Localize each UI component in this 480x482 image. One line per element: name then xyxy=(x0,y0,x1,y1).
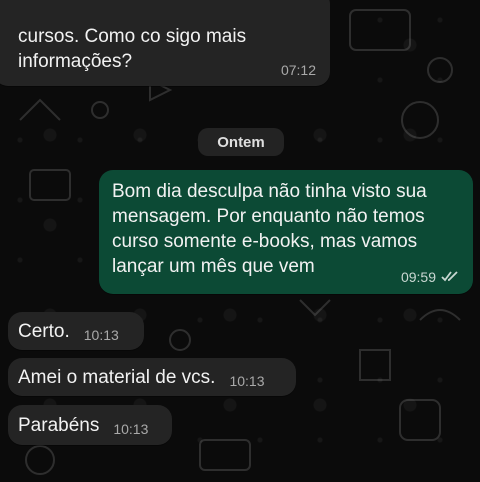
message-time: 10:13 xyxy=(113,421,149,437)
message-text: Certo. xyxy=(18,320,70,342)
chat-area[interactable]: cursos. Como co sigo mais informações? 0… xyxy=(0,0,480,482)
double-check-icon xyxy=(441,271,458,282)
message-time: 09:59 xyxy=(400,269,436,285)
message-time: 07:12 xyxy=(280,62,316,78)
message-time: 10:13 xyxy=(229,373,265,389)
message-bubble-incoming[interactable]: Amei o material de vcs. 10:13 xyxy=(8,358,296,396)
message-bubble-incoming[interactable]: Certo. 10:13 xyxy=(8,312,144,350)
message-text: Parabéns xyxy=(18,414,100,436)
message-text: Amei o material de vcs. xyxy=(18,366,216,388)
message-row: Certo. 10:13 xyxy=(18,312,134,350)
message-row: Parabéns 10:13 xyxy=(18,405,162,445)
message-meta: 09:59 xyxy=(401,269,459,285)
message-bubble-incoming[interactable]: cursos. Como co sigo mais informações? 0… xyxy=(0,0,330,86)
message-bubble-incoming[interactable]: Parabéns 10:13 xyxy=(8,405,172,445)
message-bubble-outgoing[interactable]: Bom dia desculpa não tinha visto sua men… xyxy=(99,170,473,294)
message-time: 10:13 xyxy=(83,327,119,343)
message-text: cursos. Como co sigo mais informações? xyxy=(18,26,247,72)
day-separator: Ontem xyxy=(198,128,284,156)
message-row: Amei o material de vcs. 10:13 xyxy=(18,358,286,396)
message-text: Bom dia desculpa não tinha visto sua men… xyxy=(112,181,433,277)
